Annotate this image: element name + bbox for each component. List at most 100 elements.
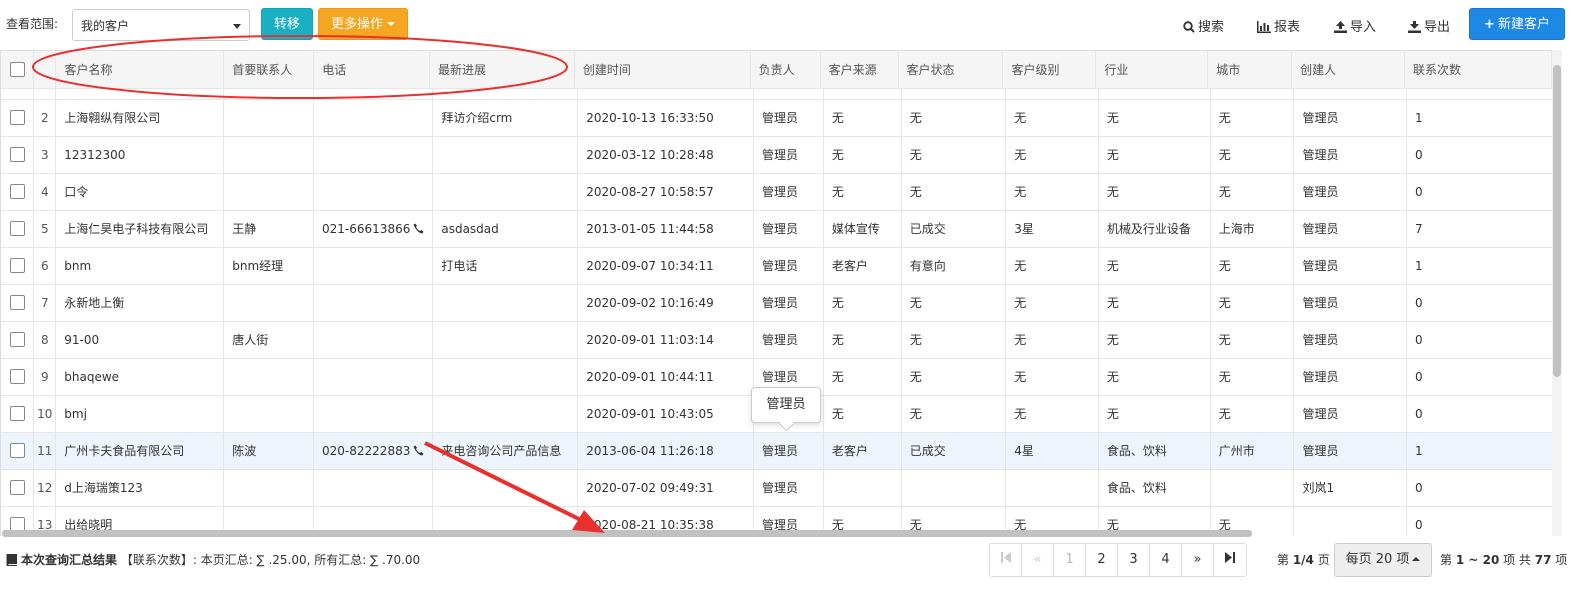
header-industry[interactable]: 行业 — [1095, 51, 1209, 89]
more-actions-label: 更多操作 — [330, 17, 383, 32]
import-label: 导入 — [1350, 20, 1377, 35]
table-row[interactable]: 3 12312300 2020-03-12 10:28:48 管理员无无无无无管理员 0 — [1, 136, 1552, 174]
cell-customer-name[interactable]: 91-00 — [55, 321, 225, 359]
cell-created-time: 2020-09-07 10:34:11 — [577, 247, 754, 285]
header-source[interactable]: 客户来源 — [820, 51, 899, 89]
row-checkbox[interactable] — [9, 332, 25, 347]
row-checkbox[interactable] — [9, 184, 25, 199]
row-checkbox[interactable] — [9, 147, 25, 162]
cell-customer-name[interactable]: 口令 — [55, 173, 225, 211]
cell-city: 无 — [1210, 284, 1295, 322]
header-city[interactable]: 城市 — [1207, 51, 1293, 89]
import-button[interactable]: 导入 — [1334, 16, 1376, 35]
page-button-2[interactable]: 2 — [1086, 544, 1118, 576]
cell-status: 无 — [901, 321, 1007, 359]
cell-created-time: 2013-06-04 11:26:18 — [577, 432, 754, 470]
scope-select[interactable]: 我的客户 — [72, 9, 250, 41]
cell-status: 已成交 — [901, 210, 1007, 248]
cell-latest-progress — [432, 469, 579, 507]
table-row[interactable]: 8 91-00 唐人街 2020-09-01 11:03:14 管理员无无无无无管理员 0 — [1, 321, 1552, 359]
cell-primary-contact — [223, 284, 315, 322]
cell-customer-name[interactable]: 永新地上衡 — [55, 284, 225, 322]
row-checkbox[interactable] — [9, 443, 25, 458]
export-button[interactable]: 导出 — [1408, 16, 1450, 35]
cell-customer-name[interactable]: 上海仁昊电子科技有限公司 — [55, 210, 225, 248]
header-created-time[interactable]: 创建时间 — [574, 51, 751, 89]
header-owner[interactable]: 负责人 — [750, 51, 821, 89]
cell-customer-name[interactable]: d上海瑞策123 — [55, 469, 225, 507]
search-button[interactable]: 搜索 — [1183, 16, 1224, 35]
page-button-3[interactable]: 3 — [1118, 544, 1150, 576]
toolbar: 查看范围: 我的客户 转移 更多操作 搜索 报表 导入 导出 + 新建客户 — [0, 0, 1576, 50]
row-checkbox[interactable] — [9, 110, 25, 125]
row-checkbox[interactable] — [9, 480, 25, 495]
more-actions-button[interactable]: 更多操作 — [318, 8, 408, 40]
row-checkbox[interactable] — [9, 295, 25, 310]
transfer-button[interactable]: 转移 — [261, 8, 313, 40]
table-row[interactable]: 7 永新地上衡 2020-09-02 10:16:49 管理员无无无无无管理员 0 — [1, 284, 1552, 322]
cell-industry: 无 — [1098, 99, 1211, 137]
header-creator[interactable]: 创建人 — [1291, 51, 1406, 89]
cell-status: 无 — [901, 284, 1007, 322]
cell-status: 无 — [901, 395, 1007, 433]
table-row[interactable]: 12 d上海瑞策123 2020-07-02 09:49:31 管理员 食品、饮料 刘岚1… — [1, 469, 1552, 507]
table-row[interactable]: 1 — [1, 88, 1552, 100]
plus-icon: + — [1484, 17, 1495, 32]
row-select-cell — [1, 88, 35, 100]
page-button-4[interactable]: 4 — [1150, 544, 1182, 576]
page-button-1[interactable]: 1 — [1054, 544, 1086, 576]
cell-source: 无 — [823, 358, 902, 396]
owner-tooltip: 管理员 — [751, 387, 821, 423]
cell-city: 无 — [1210, 395, 1295, 433]
table-row[interactable]: 4 口令 2020-08-27 10:58:57 管理员无无无无无管理员 0 — [1, 173, 1552, 211]
cell-city: 无 — [1210, 173, 1295, 211]
select-all-checkbox[interactable] — [9, 61, 25, 77]
cell-customer-name[interactable]: 上海翱纵有限公司 — [55, 99, 225, 137]
last-page-button[interactable] — [1214, 544, 1246, 576]
table-body-viewport[interactable]: 12上海翱纵有限公司拜访介绍crm2020-10-13 16:33:50管理员无… — [1, 88, 1552, 536]
cell-customer-name[interactable]: bhaqewe — [55, 358, 225, 396]
row-checkbox[interactable] — [9, 221, 25, 236]
table-row[interactable]: 5 上海仁昊电子科技有限公司 王静 021-66613866 asdasdad 2013-… — [1, 210, 1552, 248]
cell-customer-name[interactable]: 12312300 — [55, 136, 225, 174]
row-checkbox[interactable] — [9, 258, 25, 273]
table-row[interactable]: 2 上海翱纵有限公司 拜访介绍crm 2020-10-13 16:33:50 管理员无无… — [1, 99, 1552, 137]
first-page-button[interactable] — [990, 544, 1022, 576]
header-level[interactable]: 客户级别 — [1002, 51, 1097, 89]
cell-owner: 管理员 — [753, 173, 824, 211]
search-icon — [1183, 21, 1195, 33]
row-checkbox[interactable] — [9, 369, 25, 384]
header-primary-contact[interactable]: 首要联系人 — [223, 51, 315, 89]
cell-customer-name[interactable]: bmj — [55, 395, 225, 433]
table-row[interactable]: 6 bnm bnm经理 打电话 2020-09-07 10:34:11 管理员 老客户 有意向… — [1, 247, 1552, 285]
cell-customer-name[interactable]: bnm — [55, 247, 225, 285]
vertical-scrollbar[interactable] — [1552, 50, 1562, 536]
new-customer-button[interactable]: + 新建客户 — [1469, 8, 1565, 40]
header-latest-progress[interactable]: 最新进展 — [429, 51, 575, 89]
cell-customer-name[interactable] — [55, 88, 225, 100]
horizontal-scrollbar-thumb[interactable] — [2, 530, 1252, 537]
cell-level — [1005, 88, 1099, 100]
next-page-button[interactable]: » — [1182, 544, 1214, 576]
phone-text[interactable]: 020-82222883 — [322, 444, 410, 458]
cell-customer-name[interactable]: 广州卡夫食品有限公司 — [55, 432, 225, 470]
cell-source: 无 — [823, 395, 902, 433]
phone-text[interactable]: 021-66613866 — [322, 222, 410, 236]
table-row[interactable]: 11 广州卡夫食品有限公司 陈波 020-82222883 来电咨询公司产品信息 2013… — [1, 432, 1552, 470]
row-number: 2 — [33, 99, 57, 137]
report-button[interactable]: 报表 — [1257, 16, 1300, 35]
phone-icon[interactable] — [413, 445, 424, 456]
header-customer-name[interactable]: 客户名称 — [55, 51, 225, 89]
header-status[interactable]: 客户状态 — [898, 51, 1004, 89]
header-phone[interactable]: 电话 — [313, 51, 431, 89]
prev-page-button[interactable]: « — [1022, 544, 1054, 576]
per-page-dropdown[interactable]: 每页 20 项 — [1334, 543, 1432, 577]
phone-icon[interactable] — [413, 223, 424, 234]
row-select-cell — [1, 321, 35, 359]
cell-latest-progress: 来电咨询公司产品信息 — [432, 432, 579, 470]
caret-up-icon — [1412, 557, 1421, 561]
header-contact-count[interactable]: 联系次数 — [1404, 51, 1552, 89]
vertical-scrollbar-thumb[interactable] — [1553, 65, 1561, 377]
row-checkbox[interactable] — [9, 406, 25, 421]
cell-level: 无 — [1005, 395, 1099, 433]
